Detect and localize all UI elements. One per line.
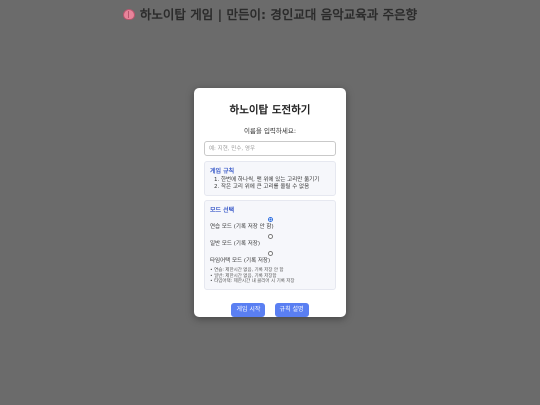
rules-box: 게임 규칙 1. 한번에 하나씩, 맨 위에 있는 고리만 옮기기 2. 작은 … [204, 161, 336, 196]
practice-mode-label[interactable]: 연습 모드 (기록 저장 안 함) [210, 224, 330, 231]
mode-title: 모드 선택 [210, 207, 235, 214]
mode-option-timeattack[interactable] [210, 251, 330, 257]
mode-box: 모드 선택 연습 모드 (기록 저장 안 함) 일반 모드 (기록 저장) 타임… [204, 200, 336, 290]
mode-option-normal[interactable] [210, 234, 330, 240]
rules-button[interactable]: 규칙 설명 [274, 302, 309, 317]
mode-notes: • 연습: 제한시간 없음, 기록 저장 안 함 • 일반: 제한시간 없음, … [210, 268, 330, 285]
page-title-text: 하노이탑 게임 | 만든이: 경인교대 음악교육과 주은향 [139, 7, 418, 22]
page-title: 하노이탑 게임 | 만든이: 경인교대 음악교육과 주은향 [0, 4, 540, 23]
rule-item: 1. 한번에 하나씩, 맨 위에 있는 고리만 옮기기 [214, 177, 320, 183]
start-game-button[interactable]: 게임 시작 [231, 302, 266, 317]
button-row: 게임 시작 규칙 설명 [204, 296, 336, 317]
practice-mode-radio[interactable] [267, 217, 273, 222]
mode-note: • 타임어택: 제한시간 내 클리어 시 기록 저장 [210, 279, 295, 285]
rule-item: 2. 작은 고리 위에 큰 고리를 올릴 수 없음 [214, 184, 310, 190]
modal-title: 하노이탑 도전하기 [229, 104, 311, 116]
rules-title: 게임 규칙 [210, 168, 235, 175]
name-input[interactable] [204, 141, 336, 156]
normal-mode-radio[interactable] [267, 234, 273, 239]
challenge-modal: 하노이탑 도전하기 이름을 입력하세요: 게임 규칙 1. 한번에 하나씩, 맨… [194, 88, 346, 317]
normal-mode-label[interactable]: 일반 모드 (기록 저장) [210, 241, 330, 248]
name-prompt: 이름을 입력하세요: [243, 127, 297, 135]
timeattack-mode-label[interactable]: 타임어택 모드 (기록 저장) [210, 258, 330, 265]
mode-option-practice[interactable] [210, 217, 330, 223]
brain-icon [122, 9, 135, 20]
timeattack-mode-radio[interactable] [267, 251, 273, 256]
